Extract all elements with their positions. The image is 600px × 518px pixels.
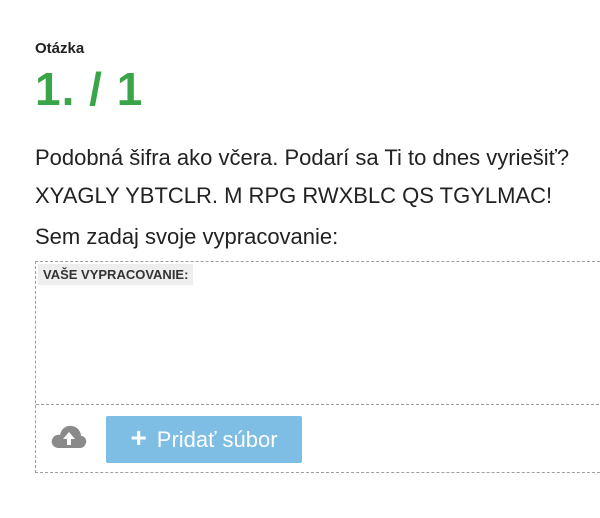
answer-box: VAŠE VYPRACOVANIE: + Pridať súbor (35, 261, 600, 473)
add-file-label: Pridať súbor (156, 426, 278, 452)
cloud-upload-icon (50, 422, 88, 450)
cipher-text: XYAGLY YBTCLR. M RPG RWXBLC QS TGYLMAC! (35, 183, 553, 208)
answer-label: VAŠE VYPRACOVANIE: (38, 264, 194, 285)
answer-textarea[interactable] (36, 286, 600, 404)
question-text: Podobná šifra ako včera. Podarí sa Ti to… (35, 145, 570, 170)
divider (36, 404, 600, 405)
page: Otázka 1. / 1 Podobná šifra ako včera. P… (0, 0, 600, 518)
question-number: 1. / 1 (35, 63, 144, 115)
instruction-text: Sem zadaj svoje vypracovanie: (35, 224, 339, 249)
question-label: Otázka (35, 40, 85, 57)
add-file-button[interactable]: + Pridať súbor (106, 416, 302, 463)
plus-icon: + (130, 422, 147, 453)
